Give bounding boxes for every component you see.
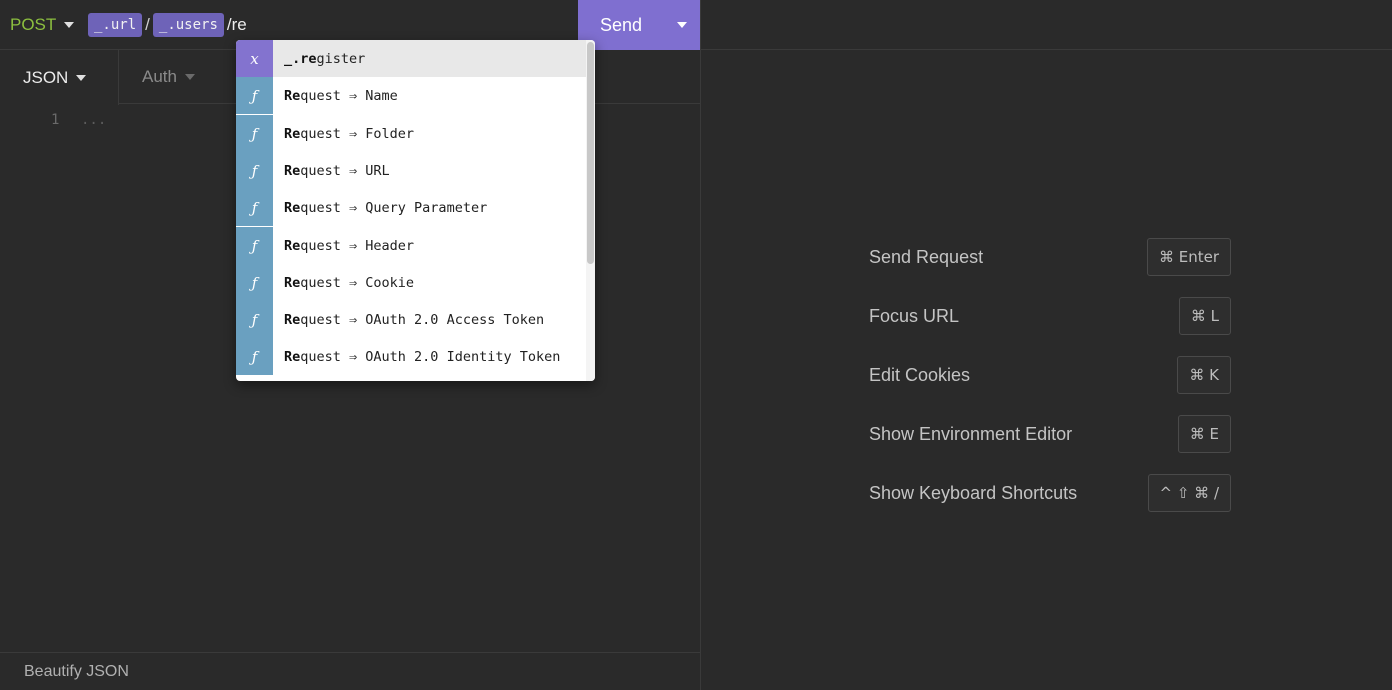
rest-text: quest ⇒ URL <box>300 162 390 179</box>
autocomplete-item-variable[interactable]: x _.register <box>236 40 586 77</box>
match-text: Re <box>284 274 301 291</box>
match-text: Re <box>284 311 301 328</box>
function-icon: ƒ <box>236 301 273 338</box>
shortcut-keys: ⌘ L <box>1178 297 1231 335</box>
tab-json-label: JSON <box>23 67 69 87</box>
autocomplete-item-function[interactable]: ƒ Request ⇒ Name <box>236 77 586 114</box>
function-icon: ƒ <box>236 189 273 226</box>
rest-text: quest ⇒ Folder <box>300 125 415 142</box>
autocomplete-item-label: Request ⇒ Header <box>273 238 414 254</box>
send-options-button[interactable] <box>664 0 700 50</box>
tab-auth[interactable]: Auth <box>142 50 195 104</box>
response-pane: Send Request ⌘ Enter Focus URL ⌘ L Edit Cook… <box>701 0 1392 690</box>
editor-placeholder: ... <box>81 112 107 128</box>
line-number: 1 <box>51 112 60 128</box>
shortcut-row: Show Environment Editor ⌘ E <box>869 415 1231 453</box>
match-text: Re <box>284 199 301 216</box>
shortcut-row: Focus URL ⌘ L <box>869 297 1231 335</box>
shortcut-label: Show Environment Editor <box>869 423 1073 444</box>
autocomplete-item-label: Request ⇒ Folder <box>273 126 414 142</box>
autocomplete-item-function[interactable]: ƒ Request ⇒ Folder <box>236 115 586 152</box>
function-icon: ƒ <box>236 77 273 114</box>
url-tag-users[interactable]: _.users <box>152 13 224 37</box>
shortcut-label: Show Keyboard Shortcuts <box>869 482 1078 503</box>
shortcut-row: Show Keyboard Shortcuts ^ ⇧ ⌘ / <box>869 474 1231 512</box>
autocomplete-item-label: Request ⇒ Cookie <box>273 275 414 291</box>
shortcut-label: Edit Cookies <box>869 364 971 385</box>
caret-down-icon <box>184 74 195 80</box>
function-icon: ƒ <box>236 227 273 264</box>
rest-text: gister <box>316 50 366 67</box>
shortcut-keys: ⌘ Enter <box>1146 238 1231 276</box>
autocomplete-item-function[interactable]: ƒ Request ⇒ URL <box>236 152 586 189</box>
url-separator: / <box>145 15 150 34</box>
shortcut-row: Send Request ⌘ Enter <box>869 238 1231 276</box>
autocomplete-item-label: Request ⇒ Name <box>273 88 398 104</box>
beautify-json-button[interactable]: Beautify JSON <box>0 652 700 690</box>
autocomplete-item-function[interactable]: ƒ Request ⇒ Header <box>236 227 586 264</box>
shortcut-keys: ⌘ K <box>1177 356 1231 394</box>
variable-icon: x <box>236 40 273 77</box>
send-group: Send <box>578 0 700 50</box>
rest-text: quest ⇒ OAuth 2.0 Identity Token <box>300 348 561 365</box>
match-text: Re <box>284 125 301 142</box>
autocomplete-item-label: Request ⇒ URL <box>273 163 390 179</box>
match-text: Re <box>284 162 301 179</box>
function-icon: ƒ <box>236 338 273 375</box>
shortcut-label: Send Request <box>869 246 984 267</box>
beautify-label: Beautify JSON <box>24 662 129 680</box>
method-label: POST <box>10 15 57 34</box>
rest-text: quest ⇒ Header <box>300 237 415 254</box>
url-input[interactable]: _.url / _.users /re <box>88 12 247 38</box>
autocomplete-item-label: Request ⇒ OAuth 2.0 Identity Token <box>273 349 560 365</box>
autocomplete-dropdown: x _.register ƒ Request ⇒ Name ƒ Request ⇒ Fol… <box>236 40 595 381</box>
url-typed-text: /re <box>226 15 247 34</box>
match-text: Re <box>284 348 301 365</box>
shortcut-row: Edit Cookies ⌘ K <box>869 356 1231 394</box>
caret-down-icon <box>64 22 75 28</box>
shortcut-keys: ⌘ E <box>1177 415 1231 453</box>
function-icon: ƒ <box>236 264 273 301</box>
autocomplete-item-label: Request ⇒ OAuth 2.0 Access Token <box>273 312 544 328</box>
match-text: Re <box>284 87 301 104</box>
shortcut-keys: ^ ⇧ ⌘ / <box>1147 474 1231 512</box>
tab-auth-label: Auth <box>142 67 177 86</box>
autocomplete-item-function[interactable]: ƒ Request ⇒ OAuth 2.0 Identity Token <box>236 338 586 375</box>
function-icon: ƒ <box>236 152 273 189</box>
match-text: _.re <box>284 50 317 67</box>
method-dropdown[interactable]: POST <box>10 14 75 36</box>
rest-text: quest ⇒ Query Parameter <box>300 199 488 216</box>
autocomplete-item-label: _.register <box>273 51 365 67</box>
rest-text: quest ⇒ Name <box>300 87 398 104</box>
autocomplete-item-label: Request ⇒ Query Parameter <box>273 200 487 216</box>
match-text: Re <box>284 237 301 254</box>
rest-text: quest ⇒ OAuth 2.0 Access Token <box>300 311 545 328</box>
scrollbar-thumb[interactable] <box>587 42 594 264</box>
autocomplete-item-function[interactable]: ƒ Request ⇒ OAuth 2.0 Access Token <box>236 301 586 338</box>
app-window: POST _.url / _.users /re Send JSON Auth … <box>0 0 1392 690</box>
shortcut-label: Focus URL <box>869 305 960 326</box>
rest-text: quest ⇒ Cookie <box>300 274 415 291</box>
caret-down-icon <box>677 22 687 28</box>
autocomplete-item-function[interactable]: ƒ Request ⇒ Query Parameter <box>236 189 586 226</box>
caret-down-icon <box>76 74 87 81</box>
url-tag-url[interactable]: _.url <box>88 13 143 37</box>
tab-json[interactable]: JSON <box>0 50 119 105</box>
function-icon: ƒ <box>236 115 273 152</box>
autocomplete-scrollbar[interactable] <box>586 40 595 381</box>
response-header <box>701 0 1392 50</box>
autocomplete-item-function[interactable]: ƒ Request ⇒ Cookie <box>236 264 586 301</box>
